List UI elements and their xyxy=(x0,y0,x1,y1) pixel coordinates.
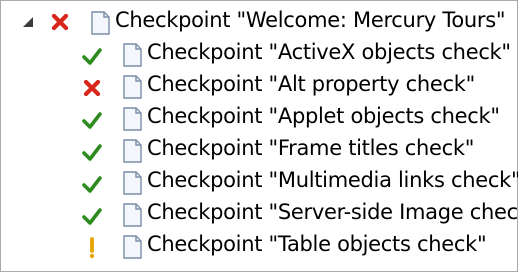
tree-node[interactable]: Checkpoint "Alt property check" xyxy=(1,71,517,103)
tree-node-label: Checkpoint "Alt property check" xyxy=(147,72,476,96)
tree-node-label: Checkpoint "Applet objects check" xyxy=(147,104,500,128)
document-icon xyxy=(123,235,142,259)
check-icon xyxy=(82,112,102,129)
checkpoint-tree: Checkpoint "Welcome: Mercury Tours" Chec… xyxy=(0,0,518,272)
tree-node[interactable]: Checkpoint "Multimedia links check" xyxy=(1,167,518,199)
tree-node-label: Checkpoint "Table objects check" xyxy=(147,232,487,256)
check-icon xyxy=(82,144,102,161)
document-icon xyxy=(123,139,142,163)
tree-node-label: Checkpoint "Multimedia links check" xyxy=(147,168,518,192)
tree-node[interactable]: Checkpoint "ActiveX objects check" xyxy=(1,39,517,71)
document-icon xyxy=(91,11,110,35)
check-icon xyxy=(82,48,102,65)
tree-node-root[interactable]: Checkpoint "Welcome: Mercury Tours" xyxy=(1,7,517,39)
document-icon xyxy=(123,107,142,131)
x-icon xyxy=(83,79,101,97)
tree-node-label: Checkpoint "Welcome: Mercury Tours" xyxy=(115,8,506,32)
tree-node[interactable]: Checkpoint "Applet objects check" xyxy=(1,103,517,135)
document-icon xyxy=(123,171,142,195)
document-icon xyxy=(123,75,142,99)
tree-node[interactable]: Checkpoint "Table objects check" xyxy=(1,231,517,263)
tree-node-label: Checkpoint "Server-side Image check" xyxy=(147,200,518,224)
document-icon xyxy=(123,43,142,67)
expanded-triangle-icon[interactable] xyxy=(23,17,33,27)
x-icon xyxy=(51,13,69,31)
document-icon xyxy=(123,203,142,227)
exclamation-icon xyxy=(89,237,95,259)
check-icon xyxy=(82,208,102,225)
tree-node[interactable]: Checkpoint "Frame titles check" xyxy=(1,135,517,167)
tree-node[interactable]: Checkpoint "Server-side Image check" xyxy=(1,199,518,231)
tree-node-label: Checkpoint "Frame titles check" xyxy=(147,136,475,160)
check-icon xyxy=(82,176,102,193)
tree-node-label: Checkpoint "ActiveX objects check" xyxy=(147,40,511,64)
